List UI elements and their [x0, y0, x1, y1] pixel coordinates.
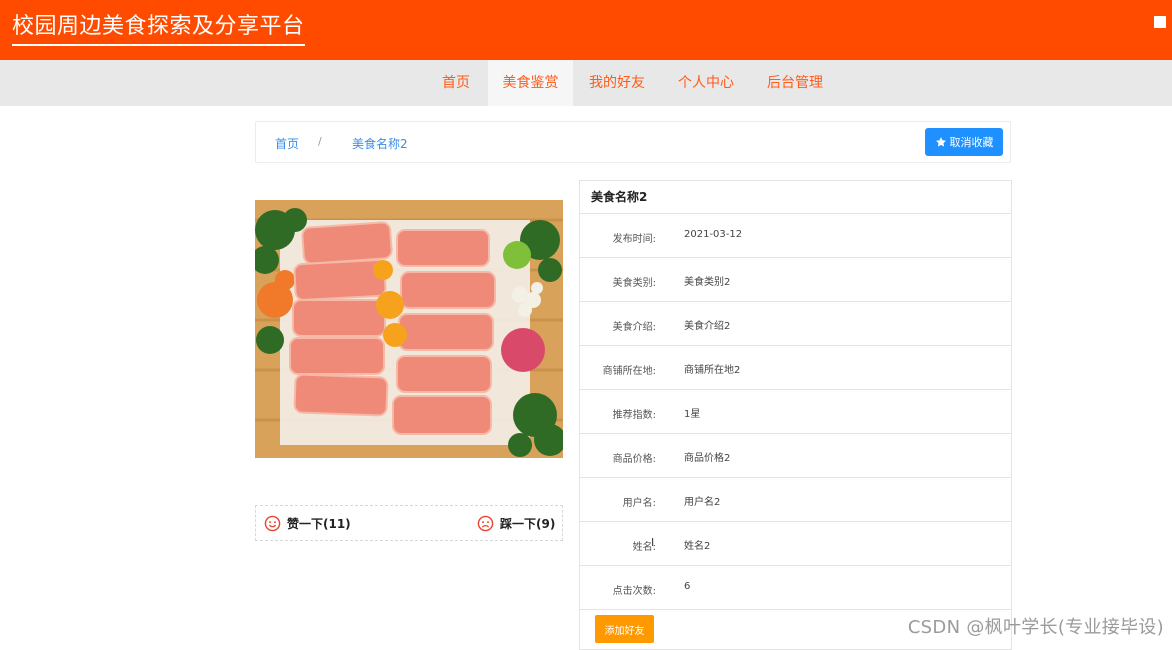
smile-icon: [264, 515, 281, 532]
food-image: [255, 200, 563, 490]
checkbox-icon[interactable]: [1154, 16, 1166, 28]
detail-value: 用户名2: [684, 493, 720, 508]
detail-value: 美食介绍2: [684, 317, 730, 332]
breadcrumb: 首页 / 美食名称2 取消收藏: [255, 121, 1011, 163]
nav-home[interactable]: 首页: [429, 60, 483, 106]
detail-label: 点击次数:: [613, 582, 656, 597]
detail-value: 商铺所在地2: [684, 361, 740, 376]
detail-label: 推荐指数:: [613, 406, 656, 421]
text-cursor-icon: I: [651, 536, 654, 549]
star-icon: [935, 136, 947, 148]
detail-panel: 美食名称2 发布时间: 2021-03-12 美食类别: 美食类别2 美食介绍:…: [579, 180, 1012, 650]
breadcrumb-current[interactable]: 美食名称2: [352, 135, 408, 152]
detail-value: 2021-03-12: [684, 229, 742, 240]
nav-personal-center[interactable]: 个人中心: [668, 60, 744, 106]
detail-value: 姓名2: [684, 537, 710, 552]
detail-label: 商品价格:: [613, 450, 656, 465]
nav-food-appreciation[interactable]: 美食鉴赏: [488, 60, 573, 106]
breadcrumb-separator: /: [318, 135, 322, 148]
vote-bar: 赞一下(11) 踩一下(9): [255, 505, 563, 541]
unfavorite-label: 取消收藏: [950, 134, 994, 150]
nav-admin[interactable]: 后台管理: [757, 60, 833, 106]
frown-icon: [477, 515, 494, 532]
watermark: CSDN @枫叶学长(专业接毕设): [908, 613, 1164, 639]
detail-value: 1星: [684, 405, 700, 420]
detail-label: 发布时间:: [613, 230, 656, 245]
detail-row-location: 商铺所在地: 商铺所在地2: [580, 346, 1011, 390]
nav-my-friends[interactable]: 我的好友: [580, 60, 654, 106]
detail-row-rating: 推荐指数: 1星: [580, 390, 1011, 434]
dislike-button[interactable]: 踩一下(9): [477, 515, 555, 532]
detail-value: 美食类别2: [684, 273, 730, 288]
top-header: 校园周边美食探索及分享平台: [0, 0, 1172, 60]
detail-row-category: 美食类别: 美食类别2: [580, 258, 1011, 302]
detail-value: 商品价格2: [684, 449, 730, 464]
main-nav: 首页 美食鉴赏 我的好友 个人中心 后台管理: [0, 60, 1172, 106]
site-title: 校园周边美食探索及分享平台: [12, 8, 305, 46]
detail-label: 美食介绍:: [613, 318, 656, 333]
detail-row-username: 用户名: 用户名2: [580, 478, 1011, 522]
detail-row-name: 姓名: 姓名2: [580, 522, 1011, 566]
detail-label: 商铺所在地:: [603, 362, 656, 377]
add-friend-button[interactable]: 添加好友: [595, 615, 654, 643]
dislike-label: 踩一下(9): [500, 515, 555, 532]
detail-row-clicks: 点击次数: 6: [580, 566, 1011, 610]
unfavorite-button[interactable]: 取消收藏: [925, 128, 1003, 156]
detail-label: 用户名:: [623, 494, 656, 509]
detail-title: 美食名称2: [580, 181, 1011, 214]
breadcrumb-home[interactable]: 首页: [275, 135, 299, 152]
detail-label: 美食类别:: [613, 274, 656, 289]
detail-row-intro: 美食介绍: 美食介绍2: [580, 302, 1011, 346]
detail-value: 6: [684, 581, 690, 592]
detail-row-publish-time: 发布时间: 2021-03-12: [580, 214, 1011, 258]
like-button[interactable]: 赞一下(11): [264, 515, 351, 532]
like-label: 赞一下(11): [287, 515, 351, 532]
detail-row-price: 商品价格: 商品价格2: [580, 434, 1011, 478]
